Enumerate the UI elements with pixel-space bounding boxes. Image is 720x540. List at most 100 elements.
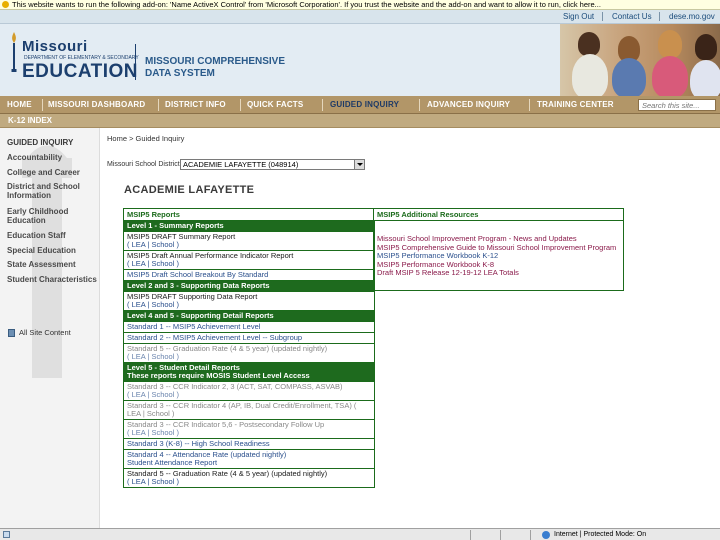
sidebar-item-special-education[interactable]: Special Education xyxy=(7,246,97,255)
report-links[interactable]: ( LEA | School ) xyxy=(127,391,371,399)
sidebar-item-education-staff[interactable]: Education Staff xyxy=(7,231,97,240)
level45-header: Level 4 and 5 - Supporting Detail Report… xyxy=(124,311,374,322)
sidebar-item-guided-inquiry[interactable]: GUIDED INQUIRY xyxy=(7,138,97,147)
district-select[interactable]: ACADEMIE LAFAYETTE (048914) xyxy=(180,159,365,170)
report-row[interactable]: MSIP5 Draft School Breakout By Standard xyxy=(124,270,374,281)
sidebar-item-district-school-info[interactable]: District and School Information xyxy=(7,182,97,200)
warning-icon xyxy=(2,1,9,8)
student-figure xyxy=(578,32,600,56)
report-row[interactable]: Standard 3 -- CCR Indicator 2, 3 (ACT, S… xyxy=(124,382,374,401)
report-row[interactable]: Standard 1 -- MSIP5 Achievement Level xyxy=(124,322,374,333)
sidebar-item-early-childhood[interactable]: Early Childhood Education xyxy=(7,207,97,225)
nav-training-center[interactable]: TRAINING CENTER xyxy=(537,100,614,109)
level1-header: Level 1 - Summary Reports xyxy=(124,221,374,232)
site-header: Missouri DEPARTMENT OF ELEMENTARY & SECO… xyxy=(0,24,720,96)
student-figure xyxy=(690,60,720,96)
nav-missouri-dashboard[interactable]: MISSOURI DASHBOARD xyxy=(48,100,145,109)
report-links[interactable]: ( LEA | School ) xyxy=(127,301,371,309)
divider xyxy=(322,99,323,111)
all-site-content-link[interactable]: All Site Content xyxy=(8,328,71,337)
student-figure xyxy=(612,58,646,96)
breadcrumb[interactable]: Home > Guided Inquiry xyxy=(107,134,184,143)
level5-header: Level 5 - Student Detail Reports These r… xyxy=(124,363,374,382)
divider xyxy=(602,12,603,21)
report-title: Standard 3 -- CCR Indicator 4 (AP, IB, D… xyxy=(127,401,357,418)
sub-nav: K-12 INDEX xyxy=(0,114,720,128)
student-figure xyxy=(658,30,682,58)
logo-divider xyxy=(135,44,136,80)
student-figure xyxy=(572,54,608,96)
nav-guided-inquiry[interactable]: GUIDED INQUIRY xyxy=(330,100,399,109)
report-title[interactable]: Standard 1 -- MSIP5 Achievement Level xyxy=(127,322,260,331)
report-row[interactable]: MSIP5 DRAFT Supporting Data Report ( LEA… xyxy=(124,292,374,311)
report-row[interactable]: Standard 5 -- Graduation Rate (4 & 5 yea… xyxy=(124,344,374,363)
report-row[interactable]: MSIP5 DRAFT Summary Report ( LEA | Schoo… xyxy=(124,232,374,251)
security-zone-label: Internet | Protected Mode: On xyxy=(554,531,647,538)
main-nav: HOME MISSOURI DASHBOARD DISTRICT INFO QU… xyxy=(0,96,720,114)
report-links[interactable]: ( LEA | School ) xyxy=(127,429,371,437)
report-row[interactable]: Standard 5 -- Graduation Rate (4 & 5 yea… xyxy=(124,469,374,487)
divider xyxy=(470,530,471,540)
divider xyxy=(419,99,420,111)
divider xyxy=(530,530,531,540)
resource-link[interactable]: Draft MSIP 5 Release 12-19-12 LEA Totals xyxy=(374,269,623,278)
activex-infobar[interactable]: This website wants to run the following … xyxy=(0,0,720,10)
sidebar-item-accountability[interactable]: Accountability xyxy=(7,153,97,162)
system-title-line1: MISSOURI COMPREHENSIVE xyxy=(145,56,286,67)
level5-note: These reports require MOSIS Student Leve… xyxy=(127,371,310,380)
site-content-icon xyxy=(8,329,15,337)
chevron-down-icon[interactable] xyxy=(354,160,364,169)
sidebar-item-college-career[interactable]: College and Career xyxy=(7,168,97,177)
reports-heading: MSIP5 Reports xyxy=(124,209,374,221)
dese-site-link[interactable]: dese.mo.gov xyxy=(669,12,715,21)
browser-status-bar: Internet | Protected Mode: On xyxy=(0,528,720,540)
divider xyxy=(529,99,530,111)
msip5-reports-table: MSIP5 Reports Level 1 - Summary Reports … xyxy=(123,208,375,488)
report-row[interactable]: Standard 3 (K-8) -- High School Readines… xyxy=(124,439,374,450)
school-title: ACADEMIE LAFAYETTE xyxy=(124,184,255,196)
district-select-label: Missouri School District: xyxy=(107,161,182,168)
divider xyxy=(158,99,159,111)
report-row[interactable]: Standard 3 -- CCR Indicator 5,6 - Postse… xyxy=(124,420,374,439)
report-links[interactable]: ( LEA | School ) xyxy=(127,241,371,249)
globe-icon xyxy=(542,531,550,539)
sidebar-item-student-characteristics[interactable]: Student Characteristics xyxy=(7,275,97,284)
resources-heading: MSIP5 Additional Resources xyxy=(374,209,623,221)
report-row[interactable]: Standard 2 -- MSIP5 Achievement Level --… xyxy=(124,333,374,344)
report-links[interactable]: ( LEA | School ) xyxy=(127,353,371,361)
page-status-icon xyxy=(3,531,10,538)
nav-home[interactable]: HOME xyxy=(7,100,32,109)
sidebar-item-state-assessment[interactable]: State Assessment xyxy=(7,260,97,269)
nav-quick-facts[interactable]: QUICK FACTS xyxy=(247,100,303,109)
nav-k12-index[interactable]: K-12 INDEX xyxy=(8,116,52,125)
report-title[interactable]: Standard 2 -- MSIP5 Achievement Level --… xyxy=(127,333,302,342)
contact-us-link[interactable]: Contact Us xyxy=(612,12,652,21)
report-row[interactable]: Standard 3 -- CCR Indicator 4 (AP, IB, D… xyxy=(124,401,374,420)
all-site-content-label: All Site Content xyxy=(19,328,71,337)
student-figure xyxy=(695,34,717,60)
students-photo xyxy=(560,24,720,96)
system-title-line2: DATA SYSTEM xyxy=(145,68,215,79)
report-links[interactable]: Student Attendance Report xyxy=(127,459,371,467)
security-zone[interactable]: Internet | Protected Mode: On xyxy=(542,529,646,540)
nav-district-info[interactable]: DISTRICT INFO xyxy=(165,100,226,109)
report-row[interactable]: MSIP5 Draft Annual Performance Indicator… xyxy=(124,251,374,270)
divider xyxy=(500,530,501,540)
nav-advanced-inquiry[interactable]: ADVANCED INQUIRY xyxy=(427,100,510,109)
sign-out-link[interactable]: Sign Out xyxy=(563,12,594,21)
msip5-resources-panel: MSIP5 Additional Resources Missouri Scho… xyxy=(373,208,624,291)
district-selected-value: ACADEMIE LAFAYETTE (048914) xyxy=(183,160,299,169)
divider xyxy=(659,12,660,21)
logo-missouri-text: Missouri xyxy=(22,38,88,55)
report-title[interactable]: MSIP5 Draft School Breakout By Standard xyxy=(127,270,268,279)
divider xyxy=(42,99,43,111)
report-links[interactable]: ( LEA | School ) xyxy=(127,260,371,268)
report-row[interactable]: Standard 4 -- Attendance Rate (updated n… xyxy=(124,450,374,469)
report-links[interactable]: ( LEA | School ) xyxy=(127,478,371,486)
report-title[interactable]: Standard 3 (K-8) -- High School Readines… xyxy=(127,439,270,448)
level23-header: Level 2 and 3 - Supporting Data Reports xyxy=(124,281,374,292)
torch-icon xyxy=(11,32,17,72)
site-search-input[interactable] xyxy=(638,99,716,111)
infobar-message: This website wants to run the following … xyxy=(12,0,601,9)
student-figure xyxy=(652,56,688,96)
